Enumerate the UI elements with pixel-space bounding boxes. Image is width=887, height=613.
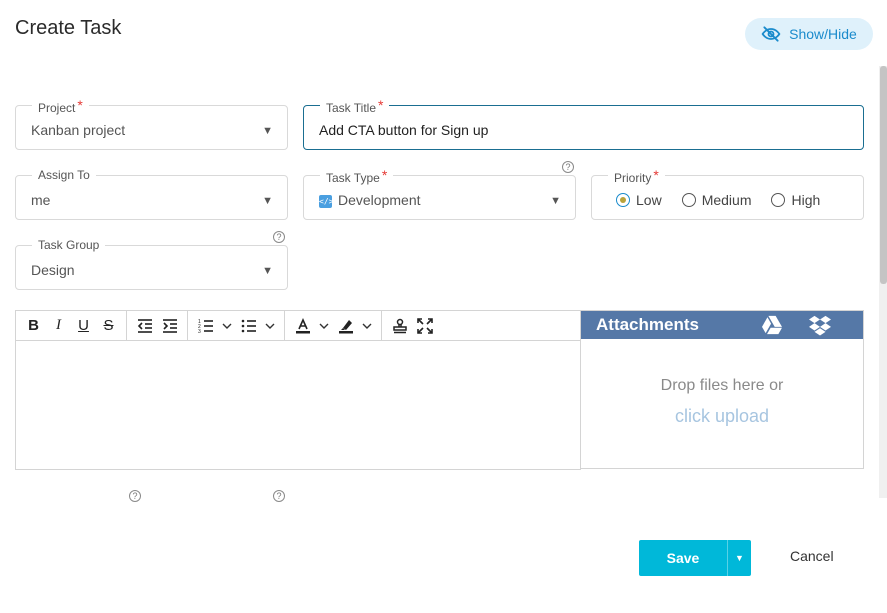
caret-down-icon[interactable]: ▼ bbox=[727, 540, 751, 576]
radio-unchecked-icon bbox=[771, 193, 786, 207]
cancel-button[interactable]: Cancel bbox=[790, 548, 834, 564]
code-icon: </> bbox=[319, 195, 334, 208]
project-label: Project * bbox=[32, 98, 89, 115]
task-type-select[interactable]: Task Type * </> Development ▼ bbox=[303, 168, 576, 220]
assign-to-value: me bbox=[31, 192, 51, 208]
priority-medium-radio[interactable]: Medium bbox=[681, 192, 751, 208]
attachments-panel[interactable]: Attachments Drop files here or click upl… bbox=[580, 310, 864, 469]
stamp-icon[interactable] bbox=[388, 314, 411, 338]
task-title-field[interactable]: Task Title * Add CTA button for Sign up bbox=[303, 98, 864, 150]
unordered-list-icon[interactable] bbox=[237, 314, 260, 338]
font-color-icon[interactable] bbox=[291, 314, 314, 338]
priority-high-radio[interactable]: High bbox=[771, 192, 820, 208]
caret-down-icon: ▼ bbox=[262, 195, 273, 207]
help-icon[interactable]: ? bbox=[129, 490, 141, 502]
attachments-header: Attachments bbox=[581, 311, 863, 339]
chevron-down-icon[interactable] bbox=[359, 314, 375, 338]
bold-icon[interactable]: B bbox=[22, 314, 45, 338]
drop-files-text: Drop files here or bbox=[660, 377, 784, 394]
task-type-label: Task Type * bbox=[320, 168, 394, 185]
description-editor[interactable]: B I U S 123 bbox=[15, 310, 581, 470]
save-button[interactable]: Save ▼ bbox=[639, 540, 751, 576]
radio-checked-icon bbox=[616, 193, 630, 207]
task-type-value: </> Development bbox=[319, 192, 421, 208]
help-icon[interactable]: ? bbox=[562, 161, 574, 173]
caret-down-icon: ▼ bbox=[262, 125, 273, 137]
editor-toolbar: B I U S 123 bbox=[16, 311, 580, 341]
task-title-value: Add CTA button for Sign up bbox=[319, 122, 489, 138]
highlight-icon[interactable] bbox=[334, 314, 357, 338]
fullscreen-icon[interactable] bbox=[413, 314, 436, 338]
page-title: Create Task bbox=[15, 17, 122, 39]
chevron-down-icon[interactable] bbox=[262, 314, 278, 338]
click-upload-link[interactable]: click upload bbox=[581, 406, 863, 427]
scrollbar-thumb[interactable] bbox=[880, 66, 887, 284]
radio-unchecked-icon bbox=[681, 193, 696, 207]
svg-text:3: 3 bbox=[198, 329, 201, 334]
assign-to-select[interactable]: Assign To me ▼ bbox=[15, 168, 288, 220]
task-group-select[interactable]: Task Group Design ▼ bbox=[15, 238, 288, 290]
task-group-value: Design bbox=[31, 262, 75, 278]
assign-to-label: Assign To bbox=[32, 168, 96, 182]
priority-label: Priority * bbox=[608, 168, 665, 185]
caret-down-icon: ▼ bbox=[262, 265, 273, 277]
task-title-label: Task Title * bbox=[320, 98, 390, 115]
attachments-title: Attachments bbox=[596, 315, 699, 334]
help-icon[interactable]: ? bbox=[273, 231, 285, 243]
caret-down-icon: ▼ bbox=[550, 195, 561, 207]
task-group-label: Task Group bbox=[32, 238, 106, 252]
save-label: Save bbox=[666, 550, 700, 566]
help-icon[interactable]: ? bbox=[273, 490, 285, 502]
chevron-down-icon[interactable] bbox=[316, 314, 332, 338]
ordered-list-icon[interactable]: 123 bbox=[194, 314, 217, 338]
chevron-down-icon[interactable] bbox=[219, 314, 235, 338]
underline-icon[interactable]: U bbox=[72, 314, 95, 338]
indent-icon[interactable] bbox=[158, 314, 181, 338]
italic-icon[interactable]: I bbox=[47, 314, 70, 338]
google-drive-icon[interactable] bbox=[761, 315, 783, 335]
show-hide-label: Show/Hide bbox=[789, 26, 857, 42]
dropbox-icon[interactable] bbox=[809, 314, 831, 336]
priority-low-radio[interactable]: Low bbox=[616, 192, 662, 208]
eye-slash-icon bbox=[761, 26, 781, 42]
project-value: Kanban project bbox=[31, 122, 126, 138]
show-hide-button[interactable]: Show/Hide bbox=[745, 18, 873, 50]
strikethrough-icon[interactable]: S bbox=[97, 314, 120, 338]
outdent-icon[interactable] bbox=[133, 314, 156, 338]
priority-group: Priority * Low Medium High bbox=[591, 168, 864, 220]
project-select[interactable]: Project * Kanban project ▼ bbox=[15, 98, 288, 150]
